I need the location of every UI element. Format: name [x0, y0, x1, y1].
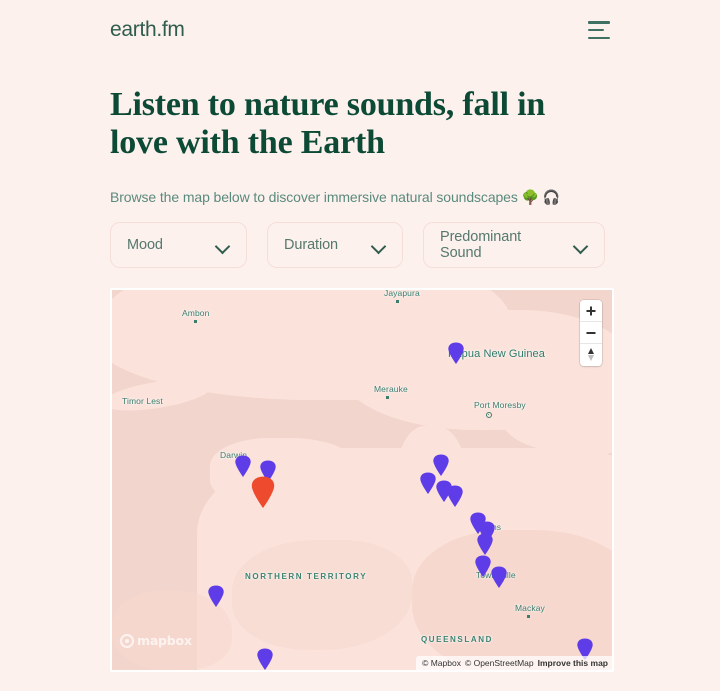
map-city-dot: [396, 300, 399, 303]
map-label-ambon: Ambon: [182, 308, 210, 318]
map-canvas[interactable]: Ambon Jayapura Timor Lest Merauke Port Mores…: [112, 290, 612, 670]
map-marker[interactable]: [250, 476, 276, 508]
page-title: Listen to nature sounds, fall in love wi…: [110, 86, 546, 162]
filter-mood-label: Mood: [127, 237, 163, 253]
attribution-mapbox-link[interactable]: © Mapbox: [422, 658, 461, 668]
map-label-mackay: Mackay: [515, 603, 545, 613]
attribution-improve-link[interactable]: Improve this map: [538, 658, 608, 668]
map-marker[interactable]: [207, 585, 225, 607]
map-marker[interactable]: [234, 455, 252, 477]
map-compass-button[interactable]: [580, 344, 602, 366]
map-label-northern-territory: NORTHERN TERRITORY: [245, 572, 368, 581]
site-header: earth.fm: [0, 0, 720, 60]
map-attribution: © Mapbox © OpenStreetMap Improve this ma…: [416, 656, 612, 670]
mapbox-logo-text: mapbox: [137, 633, 192, 648]
map-label-merauke: Merauke: [374, 384, 408, 394]
compass-south-icon: [588, 355, 594, 361]
subtitle-emoji: 🌳 🎧: [521, 189, 561, 205]
map-label-queensland: QUEENSLAND: [420, 635, 493, 644]
attribution-osm-link[interactable]: © OpenStreetMap: [465, 658, 534, 668]
mapbox-logo-icon: [120, 633, 134, 648]
map-zoom-out-button[interactable]: [580, 322, 602, 344]
filter-bar: Mood Duration Predominant Sound: [110, 222, 605, 268]
mapbox-logo[interactable]: mapbox: [120, 633, 192, 648]
menu-line-top: [588, 21, 610, 24]
page-subtitle-text: Browse the map below to discover immersi…: [110, 189, 518, 205]
map-city-dot: [194, 320, 197, 323]
map-marker[interactable]: [476, 533, 494, 555]
filter-predominant-sound-label: Predominant Sound: [440, 229, 522, 261]
map-city-dot: [386, 396, 389, 399]
hero-section: Listen to nature sounds, fall in love wi…: [110, 86, 610, 205]
filter-duration[interactable]: Duration: [267, 222, 403, 268]
map-city-dot: [527, 615, 530, 618]
page-subtitle: Browse the map below to discover immersi…: [110, 189, 560, 206]
map-marker[interactable]: [256, 648, 274, 670]
map-frame: Ambon Jayapura Timor Lest Merauke Port Mores…: [110, 288, 614, 672]
chevron-down-icon: [574, 241, 588, 250]
map-label-jayapura: Jayapura: [384, 290, 420, 298]
chevron-down-icon: [216, 241, 230, 250]
filter-predominant-sound[interactable]: Predominant Sound: [423, 222, 605, 268]
map-zoom-in-button[interactable]: [580, 300, 602, 322]
map-label-timor-lest: Timor Lest: [122, 396, 163, 406]
compass-north-icon: [588, 348, 594, 354]
chevron-down-icon: [372, 241, 386, 250]
map-city-dot: [486, 412, 492, 418]
filter-duration-label: Duration: [284, 237, 339, 253]
hamburger-menu-icon[interactable]: [588, 21, 610, 39]
map-marker[interactable]: [446, 485, 464, 507]
map-marker[interactable]: [490, 566, 508, 588]
map-overlay: Ambon Jayapura Timor Lest Merauke Port Mores…: [112, 290, 612, 670]
map-label-port-moresby: Port Moresby: [474, 400, 526, 410]
menu-line-bottom: [588, 36, 610, 39]
filter-mood[interactable]: Mood: [110, 222, 247, 268]
map-marker[interactable]: [447, 342, 465, 364]
map-zoom-controls: [580, 300, 602, 366]
brand-logo[interactable]: earth.fm: [110, 18, 185, 42]
menu-line-middle: [588, 28, 604, 32]
